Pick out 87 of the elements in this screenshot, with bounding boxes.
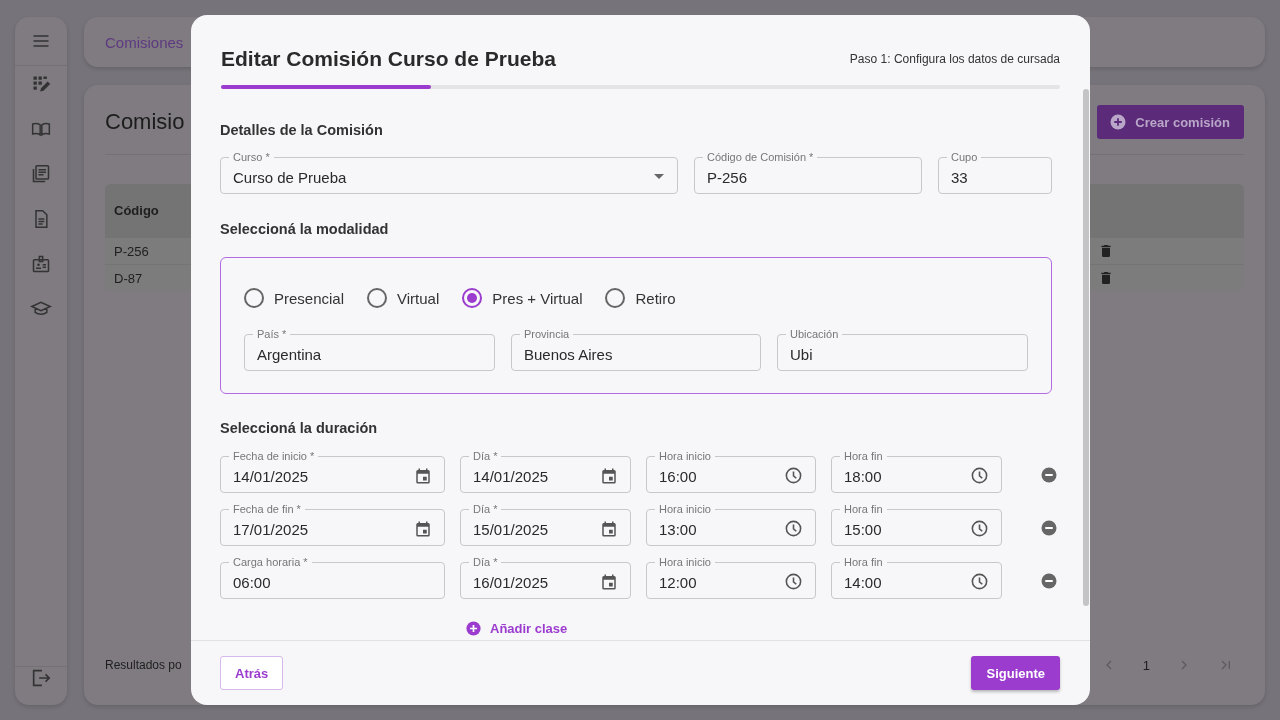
field-label: Hora inicio — [655, 450, 715, 462]
plus-circle-icon — [1109, 113, 1128, 131]
documents-icon[interactable] — [31, 164, 51, 184]
field-value: Ubi — [790, 345, 813, 363]
field-label: Hora fin — [840, 503, 887, 515]
field-label: Hora inicio — [655, 503, 715, 515]
back-button[interactable]: Atrás — [220, 656, 284, 690]
step-label: Paso 1: Configura los datos de cursada — [849, 52, 1060, 66]
field-value: 13:00 — [659, 520, 697, 538]
radio-option[interactable]: Retiro — [605, 288, 676, 308]
field-value: Curso de Prueba — [233, 168, 347, 186]
logout-icon[interactable] — [30, 667, 52, 689]
remove-icon[interactable] — [1040, 465, 1058, 484]
field-label: Fecha de fin * — [229, 503, 305, 515]
radio-button[interactable] — [367, 288, 388, 308]
section-heading: Seleccioná la duración — [220, 419, 378, 437]
field-label: Fecha de inicio * — [229, 450, 319, 462]
section-heading: Seleccioná la modalidad — [220, 220, 389, 238]
field-value: 17/01/2025 — [233, 520, 309, 538]
field-value: 16/01/2025 — [473, 573, 549, 591]
field-value: 12:00 — [659, 573, 697, 591]
radio-label: Presencial — [274, 289, 345, 307]
field-label: Código de Comisión * — [703, 151, 818, 163]
radio-button[interactable] — [462, 288, 483, 308]
field-value: Buenos Aires — [524, 345, 613, 363]
results-per-page-label: Resultados po — [105, 658, 182, 672]
clock-icon — [970, 572, 989, 591]
field-label: Hora inicio — [655, 556, 715, 568]
table-cell: D-87 — [114, 270, 143, 286]
field-value: 33 — [951, 168, 968, 186]
next-button[interactable]: Siguiente — [971, 656, 1060, 690]
radio-button[interactable] — [605, 288, 626, 308]
dialog-title: Editar Comisión Curso de Prueba — [221, 47, 556, 71]
radio-option[interactable]: Virtual — [367, 288, 440, 308]
clock-icon — [970, 466, 989, 485]
field-label: Carga horaria * — [229, 556, 312, 568]
radio-option[interactable]: Pres + Virtual — [462, 288, 583, 308]
add-class-button[interactable]: Añadir clase — [465, 620, 568, 637]
remove-icon[interactable] — [1040, 518, 1058, 537]
field-value: 14/01/2025 — [473, 467, 549, 485]
trash-icon[interactable] — [1098, 243, 1114, 259]
field-label: Día * — [469, 450, 502, 462]
page-title: Comisio — [105, 109, 185, 135]
field-value: P-256 — [707, 168, 748, 186]
radio-button[interactable] — [244, 288, 264, 308]
field-label: Provincia — [520, 328, 574, 340]
calendar-icon — [414, 519, 432, 538]
field-value: 06:00 — [233, 573, 271, 591]
field-value: 15/01/2025 — [473, 520, 549, 538]
calendar-icon — [600, 466, 618, 485]
field-label: Ubicación — [786, 328, 843, 340]
field-label: Curso * — [229, 151, 274, 163]
trash-icon[interactable] — [1098, 270, 1114, 286]
radio-option[interactable]: Presencial — [244, 288, 345, 308]
field-label: Día * — [469, 503, 502, 515]
table-cell: P-256 — [114, 243, 149, 259]
field-value: 14/01/2025 — [233, 467, 309, 485]
field-value: 14:00 — [844, 573, 882, 591]
grid-edit-icon[interactable] — [31, 74, 51, 94]
field-value: 18:00 — [844, 467, 882, 485]
calendar-icon — [414, 466, 432, 485]
field-label: Hora fin — [840, 556, 887, 568]
page-number[interactable]: 1 — [1142, 657, 1150, 673]
clock-icon — [784, 572, 803, 591]
column-header: Código — [114, 203, 159, 218]
field-label: Cupo — [947, 151, 982, 163]
clock-icon — [970, 519, 989, 538]
id-badge-icon[interactable] — [31, 254, 51, 274]
plus-circle-icon — [465, 620, 482, 637]
create-button[interactable]: Crear comisión — [1097, 105, 1244, 139]
scrollbar[interactable] — [1083, 89, 1089, 606]
field-value: Argentina — [257, 345, 322, 363]
calendar-icon — [600, 519, 618, 538]
field-value: 16:00 — [659, 467, 697, 485]
clock-icon — [784, 466, 803, 485]
section-heading: Detalles de la Comisión — [220, 121, 383, 139]
radio-label: Pres + Virtual — [492, 289, 583, 307]
caret-icon — [654, 174, 664, 179]
field-label: Día * — [469, 556, 502, 568]
remove-icon[interactable] — [1040, 571, 1058, 590]
field-label: País * — [253, 328, 291, 340]
radio-label: Retiro — [635, 289, 676, 307]
field-label: Hora fin — [840, 450, 887, 462]
field-value: 15:00 — [844, 520, 882, 538]
radio-label: Virtual — [397, 289, 440, 307]
calendar-icon — [600, 572, 618, 591]
clock-icon — [784, 519, 803, 538]
